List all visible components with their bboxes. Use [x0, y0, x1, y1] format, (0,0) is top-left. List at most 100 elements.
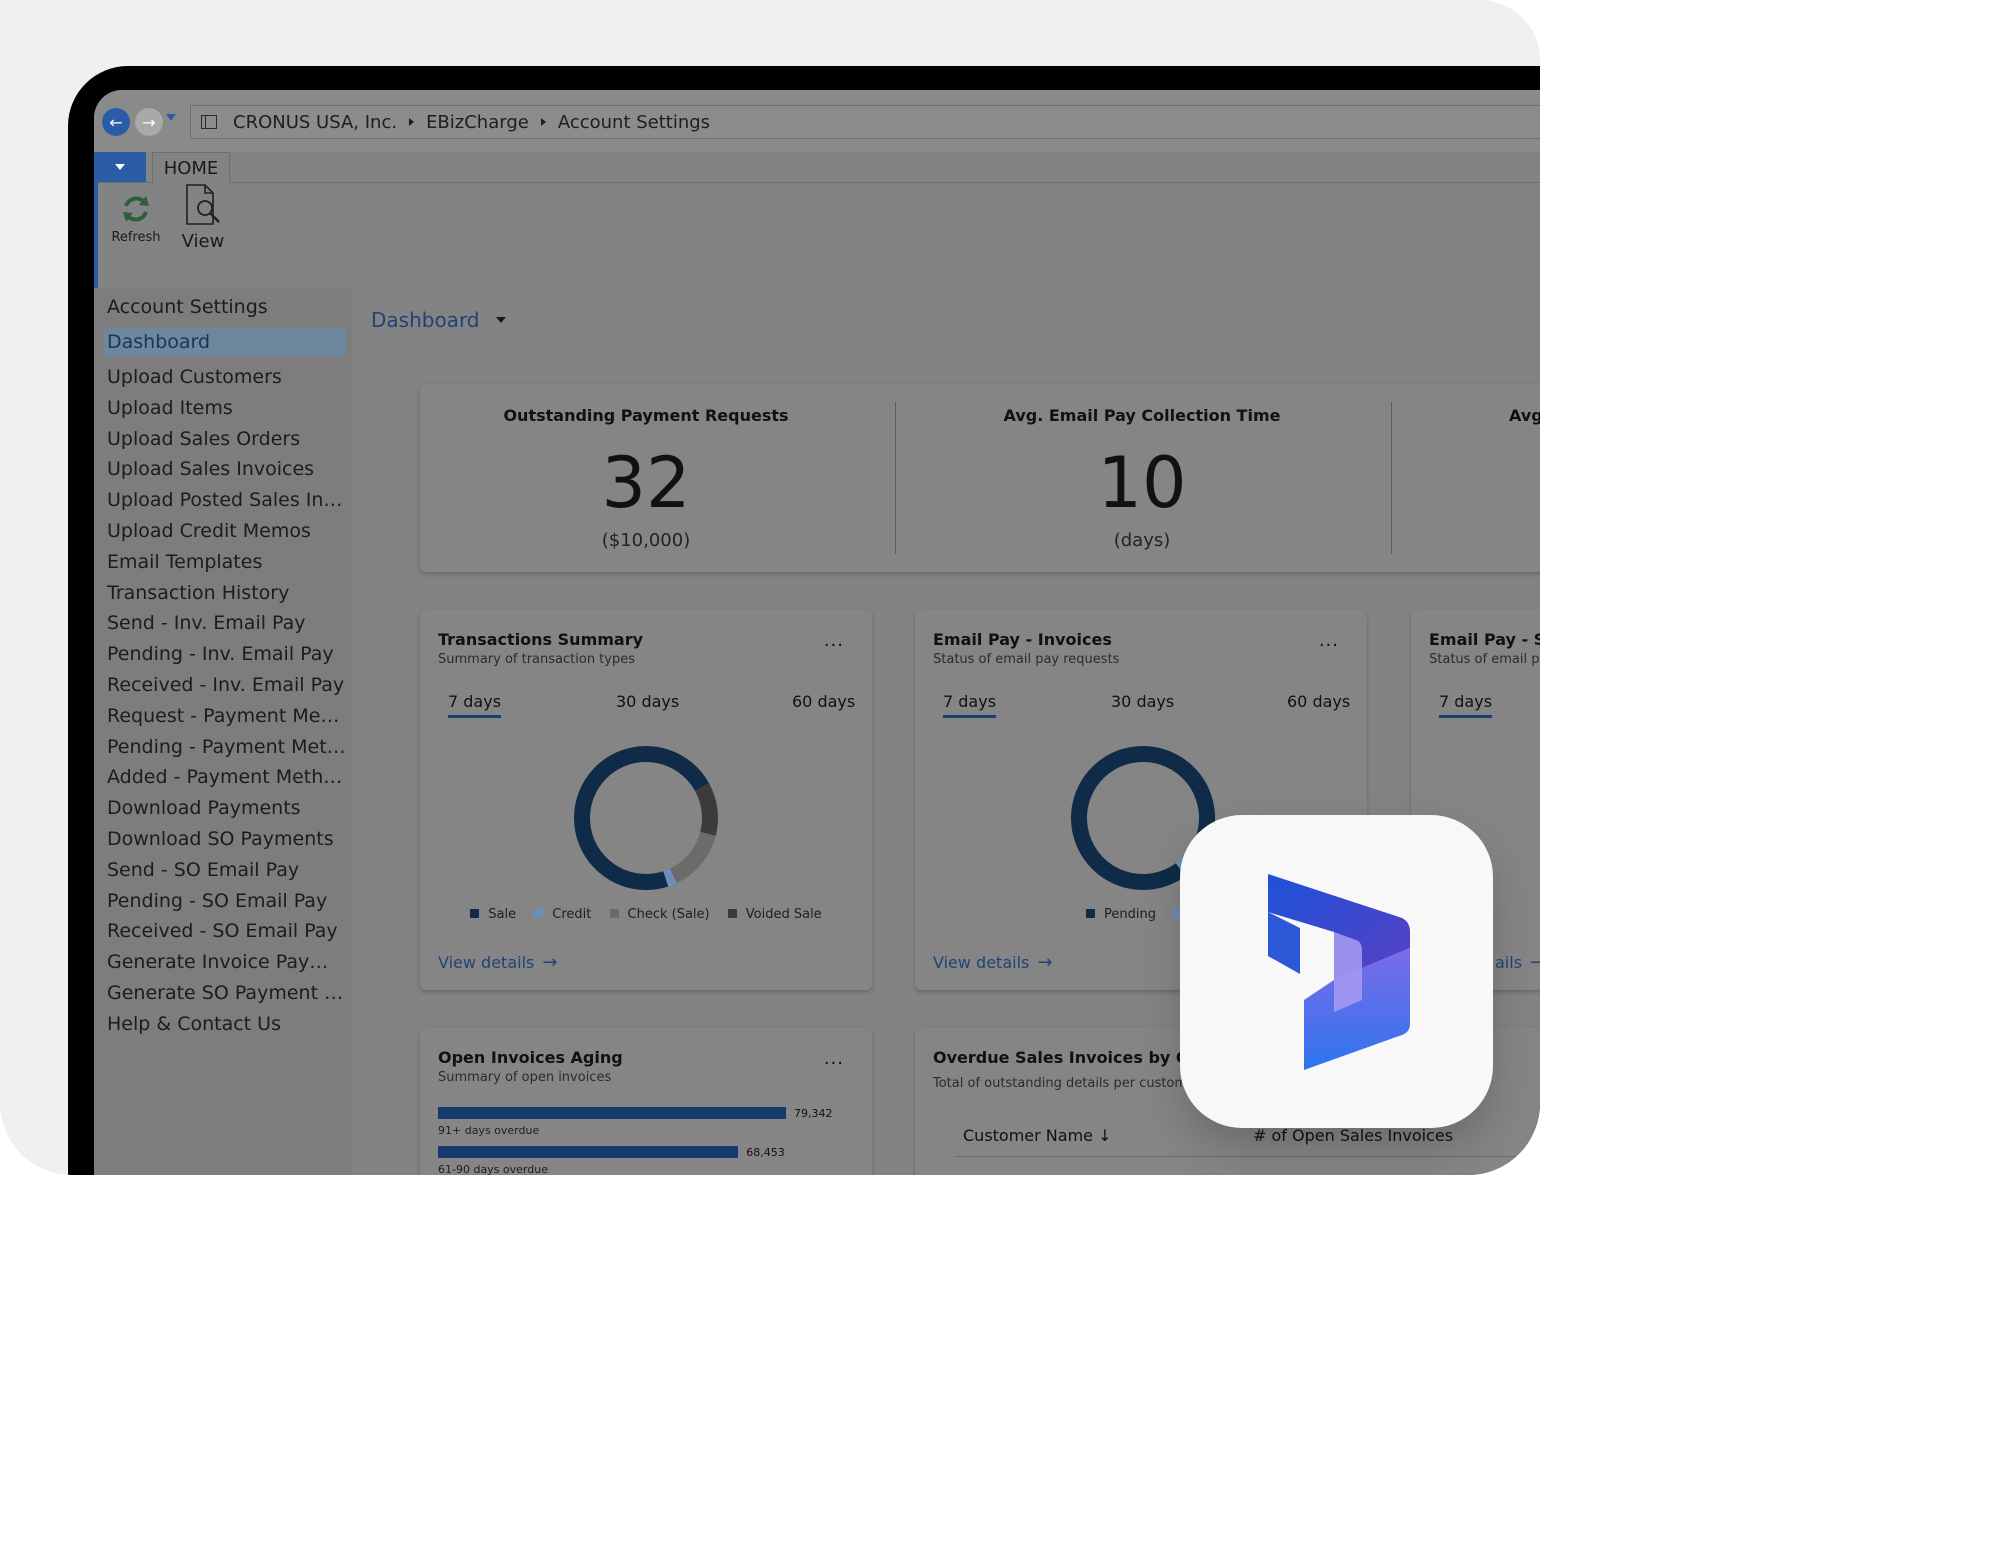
sidebar-item-generate-so-payment-link[interactable]: Generate SO Payment Lin...: [104, 978, 346, 1009]
donut-slice-check-sale-[interactable]: [669, 831, 716, 884]
sidebar-item-generate-invoice-payment[interactable]: Generate Invoice Paymen...: [104, 947, 346, 978]
card-subtitle: Status of email pay: [1429, 652, 1540, 667]
aging-bar-row: 79,342 91+ days overdue: [438, 1106, 833, 1137]
tab-30-days[interactable]: 30 days: [616, 692, 679, 711]
kpi-strip: Outstanding Payment Requests 32 ($10,000…: [420, 384, 1540, 572]
window-icon: [201, 115, 217, 129]
sidebar-item-upload-credit-memos[interactable]: Upload Credit Memos: [104, 516, 346, 547]
tab-7-days[interactable]: 7 days: [943, 692, 997, 718]
donut-slice-credit[interactable]: [663, 868, 677, 887]
sidebar-item-received-so-email-pay[interactable]: Received - SO Email Pay: [104, 916, 346, 947]
sidebar-item-download-so-payments[interactable]: Download SO Payments: [104, 824, 346, 855]
column-customer-name[interactable]: Customer Name ↓: [963, 1126, 1112, 1145]
view-document-icon: [186, 184, 220, 225]
bar-label: 61-90 days overdue: [438, 1162, 548, 1176]
sidebar-item-pending-inv-email-pay[interactable]: Pending - Inv. Email Pay: [104, 639, 346, 670]
sidebar-item-added-payment-methods[interactable]: Added - Payment Methods: [104, 762, 346, 793]
frame-background: ← → CRONUS USA, Inc. EBizCharge Account …: [0, 0, 1540, 1175]
sidebar: Account Settings Dashboard Upload Custom…: [94, 288, 352, 1175]
more-options-button[interactable]: ...: [824, 630, 844, 651]
sidebar-item-pending-payment-methods[interactable]: Pending - Payment Metho...: [104, 732, 346, 763]
kpi-avg-partial: Avg.: [1509, 384, 1540, 572]
arrow-left-icon: ←: [109, 112, 123, 132]
column-open-sales-invoices[interactable]: # of Open Sales Invoices: [1253, 1126, 1453, 1145]
aging-bar-91-plus: [438, 1107, 786, 1119]
aging-bar-61-90: [438, 1146, 739, 1158]
sidebar-item-transaction-history[interactable]: Transaction History: [104, 578, 346, 609]
breadcrumb-separator-icon: [409, 118, 415, 126]
back-button[interactable]: ←: [102, 108, 130, 136]
card-subtitle: Total of outstanding details per custome…: [933, 1076, 1201, 1091]
tab-60-days[interactable]: 60 days: [1287, 692, 1350, 711]
legend-item-voided-sale: Voided Sale: [727, 907, 822, 922]
sidebar-item-request-payment-methods[interactable]: Request - Payment Metho...: [104, 701, 346, 732]
kpi-value: 32: [601, 442, 691, 524]
sort-down-icon: ↓: [1098, 1126, 1112, 1145]
sidebar-item-download-payments[interactable]: Download Payments: [104, 793, 346, 824]
refresh-button[interactable]: Refresh: [110, 192, 162, 245]
period-tabs: 7 days: [1411, 692, 1540, 722]
legend-item-pending: Pending: [1086, 907, 1156, 922]
kpi-sub: ($10,000): [601, 530, 691, 551]
file-menu-button[interactable]: [94, 152, 146, 182]
card-subtitle: Summary of transaction types: [438, 652, 635, 667]
sidebar-item-upload-sales-invoices[interactable]: Upload Sales Invoices: [104, 454, 346, 485]
tab-60-days[interactable]: 60 days: [792, 692, 855, 711]
refresh-label: Refresh: [111, 230, 161, 245]
more-options-button[interactable]: ...: [824, 1048, 844, 1069]
ribbon-tab-bar: HOME: [94, 152, 1540, 184]
dynamics-logo-icon: [1267, 873, 1410, 1070]
card-title: Email Pay - Sal: [1429, 630, 1540, 649]
address-bar: ← → CRONUS USA, Inc. EBizCharge Account …: [94, 90, 1540, 152]
chevron-down-icon: [495, 317, 506, 323]
breadcrumb-item[interactable]: CRONUS USA, Inc.: [233, 112, 397, 133]
transactions-summary-card: Transactions Summary Summary of transact…: [420, 610, 872, 990]
tab-30-days[interactable]: 30 days: [1111, 692, 1174, 711]
view-button[interactable]: View: [178, 182, 228, 252]
sidebar-title: Account Settings: [107, 296, 268, 318]
sidebar-item-upload-sales-orders[interactable]: Upload Sales Orders: [104, 424, 346, 455]
sidebar-item-pending-so-email-pay[interactable]: Pending - SO Email Pay: [104, 886, 346, 917]
arrow-right-icon: →: [1037, 952, 1053, 973]
tab-7-days[interactable]: 7 days: [448, 692, 502, 718]
view-selector-label: Dashboard: [371, 308, 480, 332]
donut-slice-voided-sale[interactable]: [694, 783, 718, 836]
sidebar-item-email-templates[interactable]: Email Templates: [104, 547, 346, 578]
kpi-value: 10: [1097, 442, 1187, 524]
kpi-label: Avg.: [1509, 406, 1540, 425]
more-options-button[interactable]: ...: [1319, 630, 1339, 651]
aging-bar-row: 68,453 61-90 days overdue: [438, 1145, 785, 1175]
view-details-link[interactable]: View details →: [933, 952, 1052, 973]
sidebar-item-send-inv-email-pay[interactable]: Send - Inv. Email Pay: [104, 608, 346, 639]
sidebar-item-send-so-email-pay[interactable]: Send - SO Email Pay: [104, 855, 346, 886]
grid-header: Customer Name ↓ # of Open Sales Invoices: [963, 1126, 1523, 1145]
forward-button[interactable]: →: [135, 108, 163, 136]
sidebar-item-help-contact[interactable]: Help & Contact Us: [104, 1009, 346, 1040]
tab-home[interactable]: HOME: [152, 152, 230, 184]
view-selector[interactable]: Dashboard: [371, 308, 506, 332]
breadcrumb-item[interactable]: EBizCharge: [426, 112, 529, 133]
bar-label: 91+ days overdue: [438, 1123, 540, 1137]
ribbon: Refresh View: [94, 182, 1540, 288]
bar-value: 79,342: [794, 1106, 833, 1120]
sidebar-item-upload-customers[interactable]: Upload Customers: [104, 362, 346, 393]
view-details-link[interactable]: ails →: [1495, 952, 1540, 973]
breadcrumb-item[interactable]: Account Settings: [558, 112, 710, 133]
view-details-link[interactable]: View details →: [438, 952, 557, 973]
open-invoices-aging-card: Open Invoices Aging Summary of open invo…: [420, 1028, 872, 1175]
sidebar-item-upload-posted-sales-invoices[interactable]: Upload Posted Sales Invoi...: [104, 485, 346, 516]
sidebar-item-dashboard[interactable]: Dashboard: [104, 328, 346, 356]
sidebar-item-received-inv-email-pay[interactable]: Received - Inv. Email Pay: [104, 670, 346, 701]
history-dropdown-icon[interactable]: [166, 114, 176, 121]
period-tabs: 7 days 30 days 60 days: [420, 692, 872, 722]
kpi-label: Avg. Email Pay Collection Time: [1003, 406, 1281, 425]
sidebar-item-upload-items[interactable]: Upload Items: [104, 393, 346, 424]
arrow-right-icon: →: [542, 952, 558, 973]
arrow-right-icon: →: [1530, 952, 1540, 973]
kpi-divider: [1391, 402, 1392, 554]
period-tabs: 7 days 30 days 60 days: [915, 692, 1367, 722]
tab-7-days[interactable]: 7 days: [1439, 692, 1493, 718]
kpi-sub: (days): [1113, 530, 1171, 551]
kpi-divider: [895, 402, 896, 554]
kpi-outstanding-payment-requests: Outstanding Payment Requests 32 ($10,000…: [420, 384, 872, 572]
